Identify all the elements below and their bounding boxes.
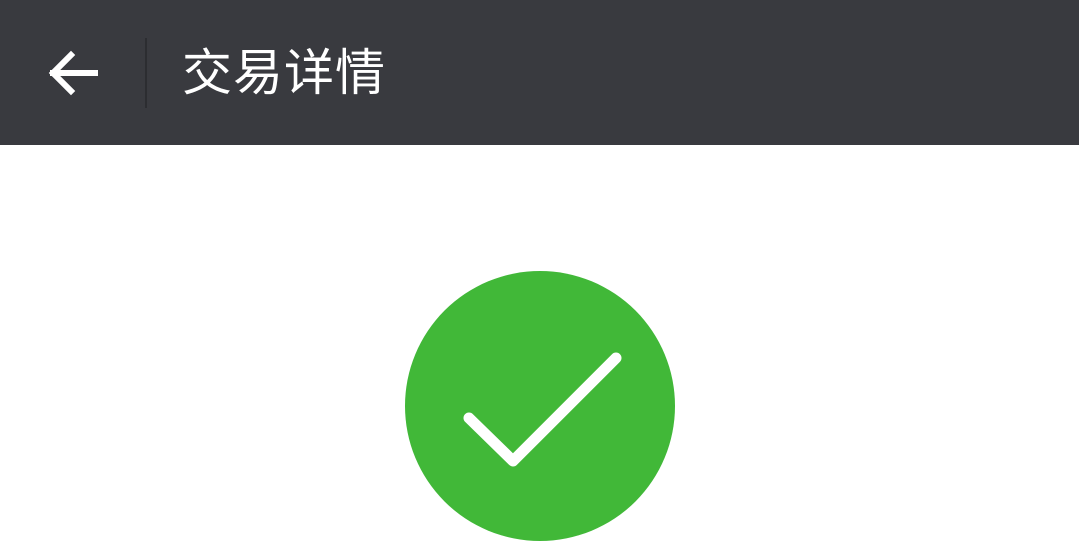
success-status-indicator xyxy=(405,271,675,541)
page-title: 交易详情 xyxy=(182,44,386,102)
success-check-icon xyxy=(405,271,675,541)
transaction-detail-content xyxy=(0,145,1079,545)
header-divider xyxy=(145,38,147,108)
back-arrow-icon xyxy=(48,50,98,96)
back-button[interactable] xyxy=(36,36,110,110)
top-navigation-bar: 交易详情 xyxy=(0,0,1079,145)
